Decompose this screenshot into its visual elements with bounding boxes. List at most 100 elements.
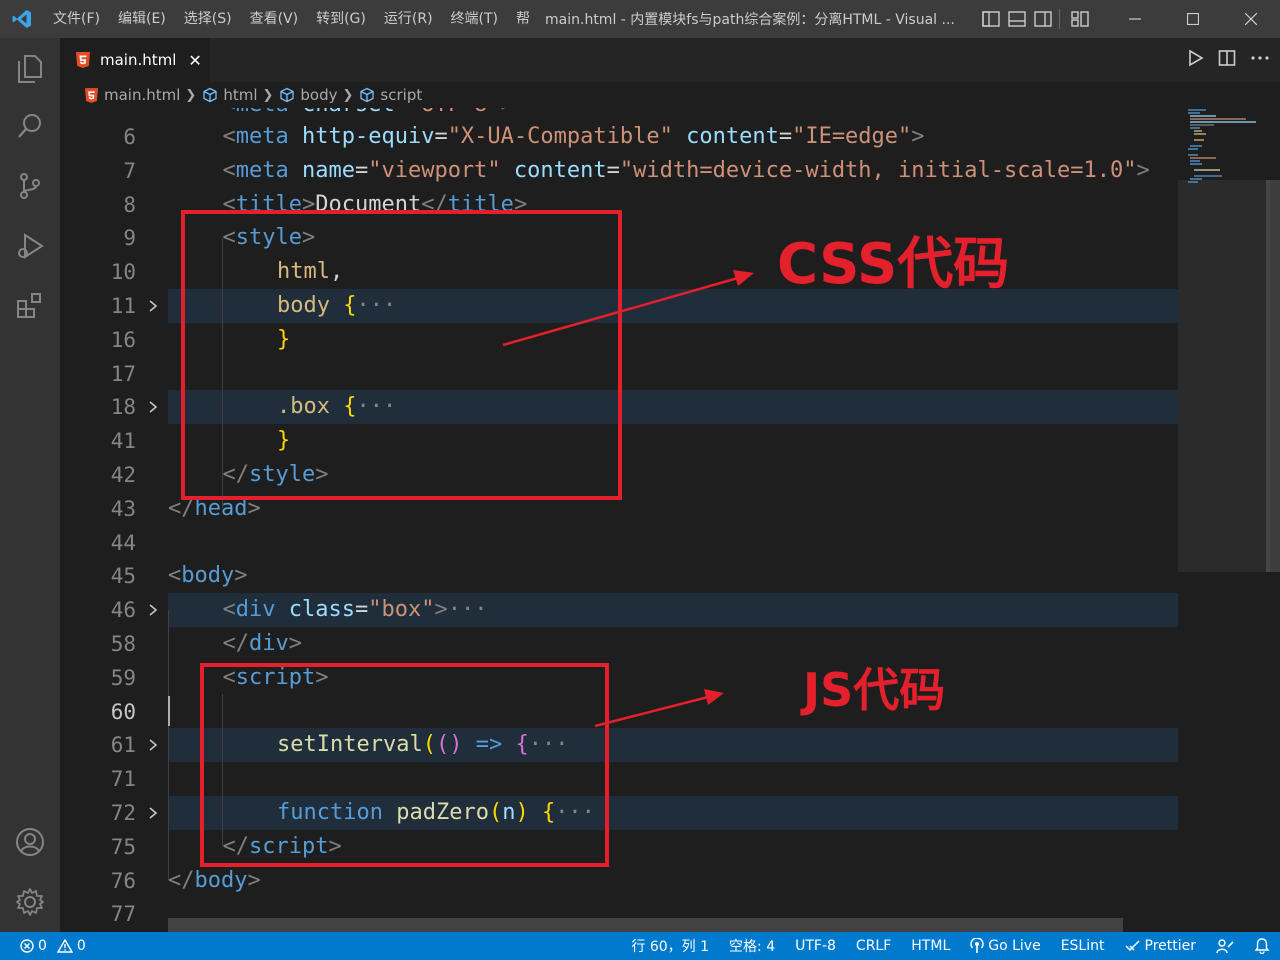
menu-item-1[interactable]: 编辑(E) (109, 0, 175, 38)
code-line: 58 </div> (60, 627, 1178, 661)
code-token: < (168, 563, 182, 589)
code-token: < (223, 108, 236, 117)
menu-item-2[interactable]: 选择(S) (175, 0, 241, 38)
menu-item-3[interactable]: 查看(V) (241, 0, 308, 38)
css-highlight-box (181, 210, 622, 500)
code-token: div (235, 597, 276, 623)
code-token: > (434, 597, 448, 623)
breadcrumb-item-file[interactable]: main.html (104, 86, 180, 104)
line-number: 45 (110, 564, 136, 589)
maximize-button[interactable] (1164, 0, 1222, 38)
encoding[interactable]: UTF-8 (785, 938, 846, 954)
layout-controls (981, 9, 1089, 29)
code-token: = (606, 157, 620, 183)
line-number: 60 (110, 699, 136, 724)
indentation[interactable]: 空格: 4 (719, 936, 785, 956)
accounts-icon[interactable] (10, 822, 50, 862)
warning-count: 0 (76, 938, 86, 954)
html5-file-icon (82, 86, 100, 104)
minimize-button[interactable] (1106, 0, 1164, 38)
close-window-button[interactable] (1222, 0, 1280, 38)
code-token: < (222, 597, 236, 623)
line-number: 59 (110, 665, 136, 690)
fold-chevron-icon[interactable] (146, 601, 160, 619)
fold-chevron-icon[interactable] (146, 804, 160, 822)
line-number: 71 (110, 767, 136, 792)
line-number: 7 (123, 158, 136, 183)
eslint-status[interactable]: ESLint (1051, 938, 1115, 954)
code-token: body (181, 563, 235, 589)
toggle-secondary-sidebar-icon[interactable] (1033, 9, 1053, 29)
minimap-slider[interactable] (1178, 180, 1270, 572)
run-file-icon[interactable] (1186, 49, 1204, 71)
menu-item-5[interactable]: 运行(R) (375, 0, 442, 38)
toggle-panel-icon[interactable] (1007, 9, 1027, 29)
breadcrumb-item-html[interactable]: html (223, 86, 257, 104)
minimap[interactable] (1178, 108, 1280, 932)
vscode-logo-icon (0, 0, 44, 38)
code-token: content (686, 124, 779, 149)
fold-chevron-icon[interactable] (146, 398, 160, 416)
more-actions-icon[interactable] (1250, 49, 1270, 71)
language-mode[interactable]: HTML (901, 938, 960, 954)
code-line: 45 <body> (60, 559, 1178, 593)
split-editor-icon[interactable] (1218, 49, 1236, 71)
code-line: 46 <div class="box">··· (60, 593, 1178, 628)
window-title: main.html - 内置模块fs与path综合案例：分离HTML - Vis… (545, 12, 955, 28)
horizontal-scrollbar[interactable] (168, 918, 1123, 932)
problems-indicator[interactable]: 0 0 (0, 938, 86, 954)
fold-chevron-icon[interactable] (146, 297, 160, 315)
source-control-icon[interactable] (10, 166, 50, 206)
code-token: "UTF-8" (408, 108, 501, 117)
end-of-line[interactable]: CRLF (846, 938, 901, 954)
extensions-icon[interactable] (10, 286, 50, 326)
menu-item-7[interactable]: 帮 (507, 0, 539, 38)
line-number: 77 (110, 902, 136, 927)
go-live-button[interactable]: Go Live (960, 938, 1050, 954)
feedback-icon[interactable] (1206, 938, 1244, 954)
run-debug-icon[interactable] (10, 226, 50, 266)
indent-guide (168, 610, 169, 880)
search-icon[interactable] (10, 106, 50, 146)
line-number: 61 (110, 733, 136, 758)
breadcrumb-item-body[interactable]: body (300, 86, 337, 104)
breadcrumb-item-script[interactable]: script (380, 86, 422, 104)
chevron-right-icon: ❯ (185, 87, 197, 103)
prettier-button[interactable]: Prettier (1115, 938, 1207, 954)
code-token: > (911, 124, 925, 149)
code-token: meta (235, 124, 289, 149)
cursor-position[interactable]: 行 60，列 1 (621, 936, 719, 956)
code-token: > (247, 867, 261, 893)
line-number: 72 (110, 801, 136, 825)
line-number: 10 (110, 260, 136, 285)
code-token: "viewport" (368, 157, 501, 183)
line-number: 58 (110, 632, 136, 656)
tab-main-html[interactable]: main.html ✕ (60, 38, 210, 82)
customize-layout-icon[interactable] (1059, 9, 1089, 29)
settings-gear-icon[interactable] (10, 882, 50, 922)
code-token: class (288, 597, 355, 623)
code-token: > (1136, 157, 1150, 183)
code-token: meta (236, 108, 289, 117)
minimap-preview (1188, 109, 1256, 183)
code-token: http-equiv (301, 124, 435, 149)
menu-item-6[interactable]: 终端(T) (442, 0, 507, 38)
explorer-icon[interactable] (10, 48, 50, 88)
fold-chevron-icon[interactable] (146, 736, 160, 754)
element-cube-icon (358, 86, 376, 104)
tab-close-icon[interactable]: ✕ (188, 51, 201, 70)
menu-item-0[interactable]: 文件(F) (44, 0, 109, 38)
code-token: name (301, 157, 355, 183)
vertical-scrollbar[interactable] (1266, 180, 1280, 572)
activity-bar (0, 38, 60, 932)
code-line: 76 </body> (60, 864, 1178, 898)
toggle-primary-sidebar-icon[interactable] (981, 9, 1001, 29)
chevron-right-icon: ❯ (262, 87, 274, 103)
menu-item-4[interactable]: 转到(G) (307, 0, 375, 38)
line-number: 41 (110, 429, 136, 454)
code-token: < (222, 157, 236, 183)
notifications-bell-icon[interactable] (1244, 938, 1280, 954)
code-token: > (501, 108, 514, 117)
